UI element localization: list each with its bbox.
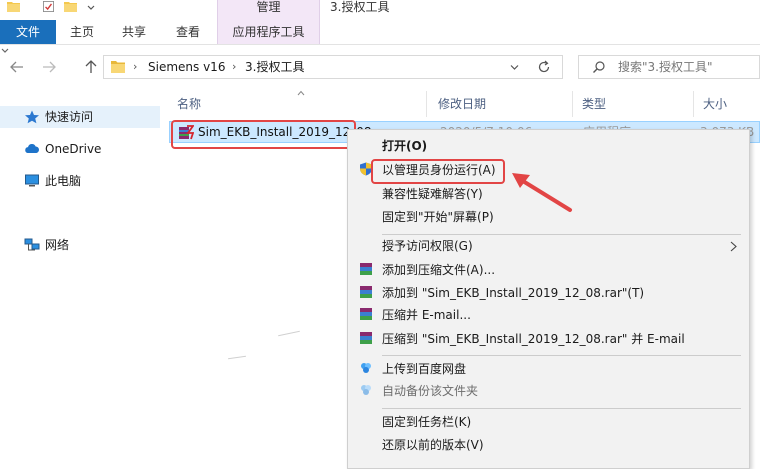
breadcrumb-separator[interactable]: ›	[232, 56, 236, 78]
sidebar-item-quick-access[interactable]: 快速访问	[0, 106, 160, 128]
sidebar-item-network[interactable]: 网络	[0, 234, 160, 256]
menu-item-label: 上传到百度网盘	[382, 362, 467, 376]
search-icon	[593, 61, 605, 73]
customize-toolbar-chevron-icon[interactable]	[86, 3, 96, 13]
sidebar-item-this-pc[interactable]: 此电脑	[0, 170, 160, 192]
menu-item-label: 兼容性疑难解答(Y)	[382, 187, 483, 201]
forward-arrow-icon[interactable]	[40, 58, 58, 76]
tab-share[interactable]: 共享	[110, 20, 158, 44]
column-header-date[interactable]: 修改日期	[438, 91, 486, 117]
column-header-size[interactable]: 大小	[703, 91, 727, 117]
back-arrow-icon[interactable]	[8, 58, 26, 76]
cloud-icon	[25, 144, 39, 153]
submenu-chevron-icon	[730, 241, 737, 252]
sidebar-item-label: 快速访问	[45, 110, 94, 124]
menu-item-label: 固定到"开始"屏幕(P)	[382, 210, 494, 224]
navigation-row: › Siemens v16 › 3.授权工具 搜索"3.授权工具"	[0, 45, 760, 91]
network-icon	[24, 238, 40, 251]
search-placeholder: 搜索"3.授权工具"	[618, 60, 713, 74]
annotation-highlight-file	[171, 120, 356, 149]
menu-item-label: 压缩并 E-mail...	[382, 308, 471, 322]
menu-item-label: 固定到任务栏(K)	[382, 415, 472, 429]
address-bar[interactable]: › Siemens v16 › 3.授权工具	[103, 55, 563, 79]
folder-icon	[111, 61, 125, 73]
sidebar-item-onedrive[interactable]: OneDrive	[0, 138, 160, 160]
window-title: 3.授权工具	[330, 0, 390, 14]
new-folder-icon[interactable]	[64, 1, 77, 12]
menu-item-label: 添加到 "Sim_EKB_Install_2019_12_08.rar"(T)	[382, 286, 645, 300]
sidebar-item-label: OneDrive	[45, 142, 102, 156]
menu-separator	[382, 408, 741, 409]
breadcrumb-separator[interactable]: ›	[133, 56, 137, 78]
menu-item-label: 还原以前的版本(V)	[382, 438, 484, 452]
column-header-name[interactable]: 名称	[177, 91, 201, 117]
properties-checkmark-icon[interactable]	[42, 1, 55, 12]
menu-item-restore-previous-versions[interactable]: 还原以前的版本(V)	[348, 434, 749, 457]
up-arrow-icon[interactable]	[82, 58, 100, 76]
address-history-chevron-icon[interactable]	[510, 64, 519, 71]
ribbon-tabs: 文件 主页 共享 查看 应用程序工具	[0, 20, 760, 45]
menu-item-auto-backup-folder[interactable]: 自动备份该文件夹	[348, 380, 749, 403]
menu-item-label: 打开(O)	[382, 139, 428, 153]
column-divider[interactable]	[693, 91, 694, 117]
recent-locations-chevron-icon[interactable]	[0, 45, 10, 57]
baidu-netdisk-icon	[361, 363, 371, 373]
menu-item-label: 自动备份该文件夹	[382, 384, 479, 398]
column-divider[interactable]	[426, 91, 427, 117]
tab-application-tools[interactable]: 应用程序工具	[217, 20, 320, 44]
tab-file[interactable]: 文件	[0, 20, 56, 44]
tab-view[interactable]: 查看	[164, 20, 212, 44]
winrar-icon	[360, 308, 372, 320]
winrar-icon	[360, 286, 372, 298]
menu-item-open[interactable]: 打开(O)	[348, 135, 749, 158]
menu-item-compress-and-email[interactable]: 压缩并 E-mail...	[348, 304, 749, 327]
menu-item-add-to-archive[interactable]: 添加到压缩文件(A)...	[348, 259, 749, 282]
annotation-highlight-run-as-admin	[371, 159, 505, 184]
menu-item-label: 添加到压缩文件(A)...	[382, 263, 496, 277]
background-artifact	[228, 355, 246, 360]
menu-item-compress-to-rar-and-email[interactable]: 压缩到 "Sim_EKB_Install_2019_12_08.rar" 并 E…	[348, 328, 749, 351]
menu-item-pin-to-taskbar[interactable]: 固定到任务栏(K)	[348, 411, 749, 434]
background-artifact	[278, 330, 300, 337]
annotation-arrow-icon	[512, 173, 572, 212]
winrar-icon	[360, 263, 372, 275]
breadcrumb-siemens[interactable]: Siemens v16	[148, 56, 225, 78]
contextual-tab-group-label: 管理	[217, 0, 320, 20]
computer-icon	[25, 174, 39, 187]
sidebar-item-label: 此电脑	[45, 174, 82, 188]
menu-item-add-to-rar[interactable]: 添加到 "Sim_EKB_Install_2019_12_08.rar"(T)	[348, 282, 749, 305]
folder-icon[interactable]	[7, 1, 20, 12]
menu-item-label: 授予访问权限(G)	[382, 239, 473, 253]
menu-item-label: 压缩到 "Sim_EKB_Install_2019_12_08.rar" 并 E…	[382, 332, 685, 346]
refresh-icon[interactable]	[536, 59, 552, 75]
search-box[interactable]: 搜索"3.授权工具"	[578, 55, 760, 79]
menu-item-upload-baidu-netdisk[interactable]: 上传到百度网盘	[348, 358, 749, 381]
title-bar: 管理 3.授权工具	[0, 0, 760, 20]
star-icon	[25, 110, 39, 124]
winrar-icon	[360, 332, 372, 344]
column-header-type[interactable]: 类型	[582, 91, 606, 117]
column-divider[interactable]	[572, 91, 573, 117]
menu-item-give-access[interactable]: 授予访问权限(G)	[348, 235, 749, 258]
navigation-pane: 快速访问 OneDrive 此电脑 网络	[0, 91, 160, 469]
tab-home[interactable]: 主页	[58, 20, 106, 44]
sort-ascending-icon	[297, 90, 305, 96]
breadcrumb-auth-tool[interactable]: 3.授权工具	[245, 56, 304, 78]
baidu-netdisk-icon	[361, 385, 371, 395]
menu-separator	[382, 355, 741, 356]
sidebar-item-label: 网络	[45, 238, 70, 252]
